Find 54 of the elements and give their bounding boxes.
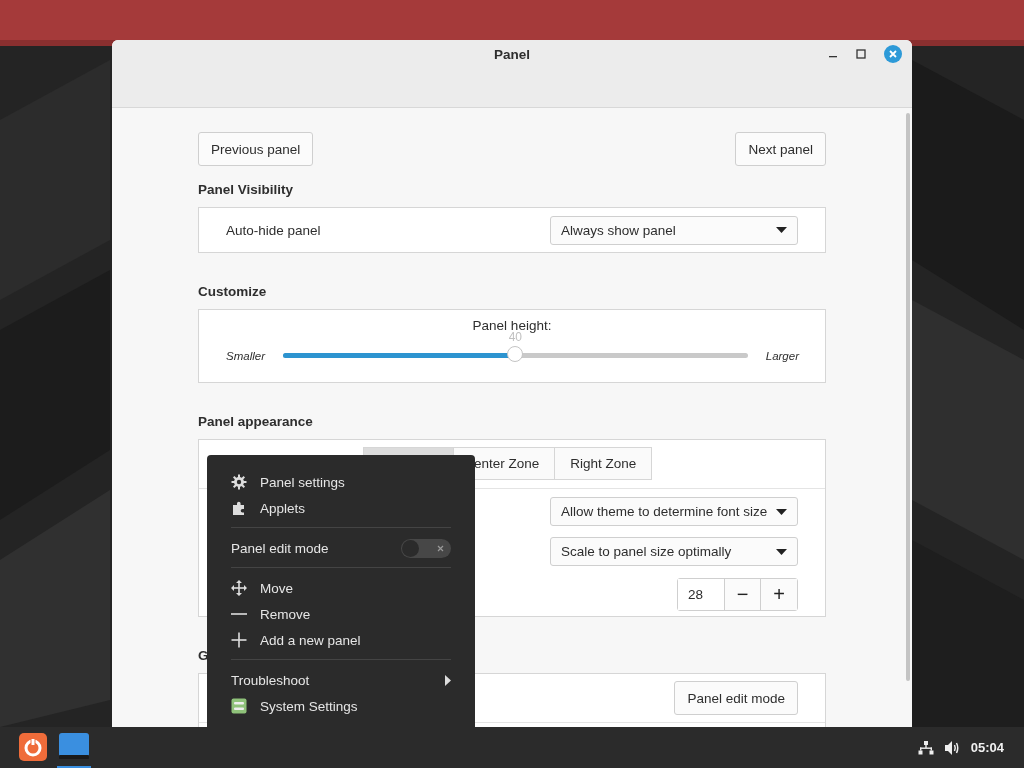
dropdown[interactable]: Scale to panel size optimally [550, 537, 798, 566]
min-label: Smaller [226, 350, 265, 362]
slider-value: 40 [508, 330, 523, 344]
section-heading: Customize [198, 284, 267, 300]
previous-panel-button[interactable]: Previous panel [198, 132, 314, 166]
setting-label: Auto-hide panel [226, 222, 321, 238]
slider-thumb[interactable] [507, 346, 524, 362]
menu-label: Move [260, 580, 293, 596]
close-icon[interactable] [884, 45, 902, 63]
dropdown[interactable]: Always show panel [550, 215, 798, 245]
toggle-switch[interactable] [401, 538, 451, 558]
section-heading: Panel Visibility [198, 182, 294, 198]
scrollbar[interactable] [906, 113, 910, 681]
puzzle-icon [231, 500, 247, 516]
menu-item[interactable]: Add a new panel [231, 627, 451, 653]
menu-item[interactable]: Applets [231, 495, 451, 521]
minus-icon [231, 613, 247, 615]
section-heading: Panel appearance [198, 414, 313, 430]
move-icon [231, 580, 247, 596]
clock[interactable]: 05:04 [970, 740, 1004, 755]
menu-item[interactable]: Move [231, 575, 451, 601]
zone-tab[interactable]: Right Zone [554, 447, 653, 480]
window-title: Panel [494, 47, 530, 63]
plus-icon [231, 632, 247, 648]
network-icon[interactable] [917, 739, 934, 756]
app-menu-icon [19, 732, 47, 761]
next-panel-button[interactable]: Next panel [735, 132, 826, 166]
gear-icon [231, 474, 247, 490]
max-label: Larger [765, 350, 799, 362]
x-icon [437, 544, 444, 552]
slider-label: Panel height: [472, 318, 552, 333]
menu-item[interactable]: Remove [231, 601, 451, 627]
dropdown[interactable]: Allow theme to determine font size [550, 497, 798, 526]
volume-icon[interactable] [943, 739, 961, 756]
menu-label: Applets [260, 500, 306, 516]
submenu-arrow-icon [445, 674, 451, 686]
window-icon [59, 732, 89, 761]
caret-icon [776, 227, 787, 233]
caret-icon [776, 548, 787, 555]
menu-label: Panel settings [260, 474, 345, 490]
menu-item[interactable]: Panel edit mode [231, 535, 451, 561]
caret-icon [776, 508, 787, 515]
menu-label: Troubleshoot [231, 672, 310, 688]
menu-label: Panel edit mode [231, 540, 329, 556]
menu-label: Add a new panel [260, 632, 361, 648]
settings-icon [231, 698, 247, 714]
menu-item[interactable]: Troubleshoot [231, 667, 451, 693]
menu-item[interactable]: Panel settings [231, 469, 451, 495]
panel-edit-mode-button[interactable]: Panel edit mode [674, 681, 798, 715]
menu-label: System Settings [260, 698, 358, 714]
number-field[interactable]: 28 [678, 579, 725, 610]
menu-label: Remove [260, 606, 311, 622]
maximize-icon[interactable] [856, 49, 866, 59]
menu-item[interactable]: System Settings [231, 693, 451, 719]
